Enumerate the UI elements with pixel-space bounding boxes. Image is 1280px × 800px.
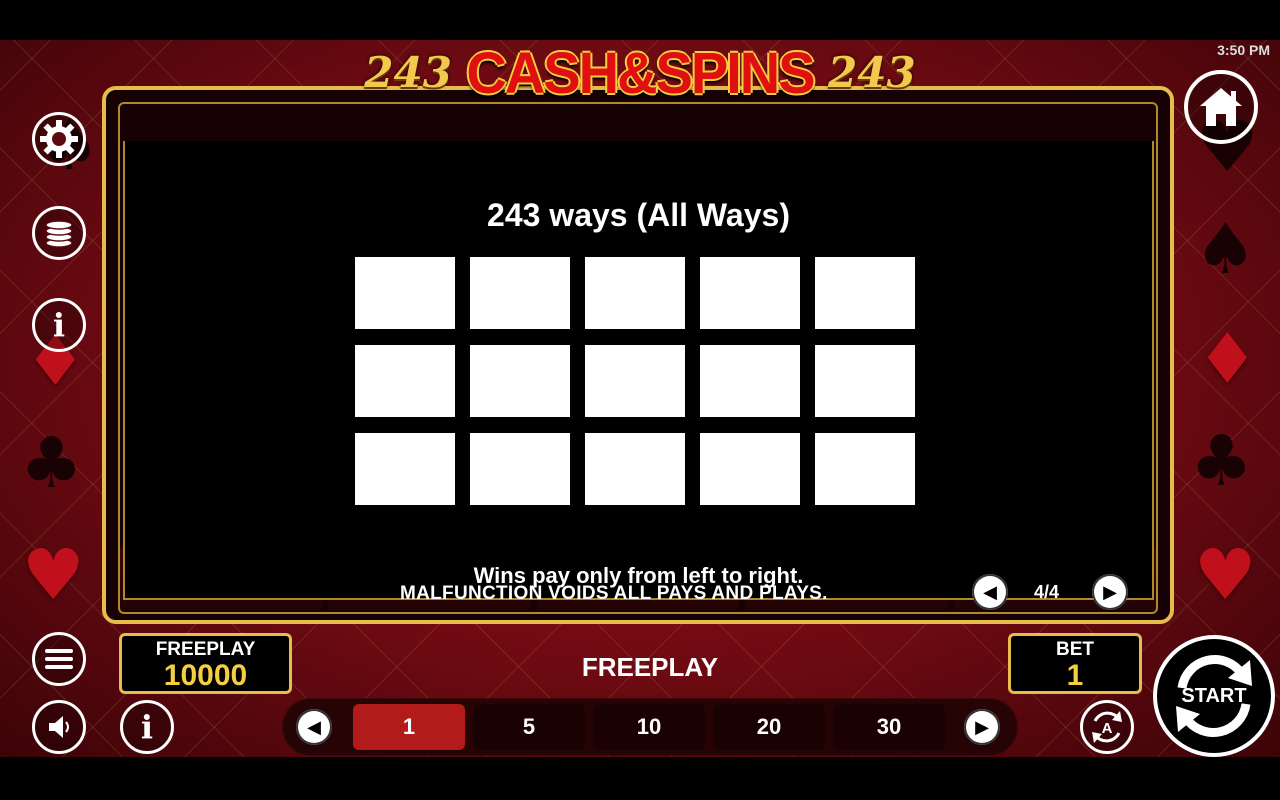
info-bottom-button[interactable]: i (120, 700, 174, 754)
bet-label: BET (1056, 639, 1094, 660)
bet-box: BET 1 (1008, 633, 1142, 694)
balance-label: FREEPLAY (155, 639, 256, 660)
menu-button[interactable] (32, 632, 86, 686)
coins-button[interactable] (32, 206, 86, 260)
grid-cell (585, 345, 685, 417)
ways-grid (355, 257, 915, 505)
gear-icon (40, 120, 78, 158)
page-indicator: 4/4 (1034, 582, 1060, 602)
triangle-right-icon: ▶ (1103, 581, 1117, 602)
grid-cell (470, 345, 570, 417)
info-icon: i (52, 306, 66, 344)
start-label: START (1181, 684, 1247, 707)
info-icon: i (140, 708, 154, 746)
bet-option-label: 1 (402, 714, 416, 739)
bet-option[interactable]: 5 (473, 704, 585, 750)
grid-cell (815, 257, 915, 329)
logo-number-right: 243 (828, 48, 916, 97)
bet-option-label: 10 (636, 714, 662, 739)
next-page-button[interactable]: ▶ (1092, 574, 1128, 610)
bet-option[interactable]: 1 (353, 704, 465, 750)
bet-next-button[interactable]: ▶ (964, 709, 1000, 745)
home-icon (1200, 88, 1242, 126)
info-button[interactable]: i (32, 298, 86, 352)
decor-diamond-icon: ♦ (1196, 318, 1259, 400)
logo-number-left: 243 (364, 48, 452, 97)
grid-cell (470, 257, 570, 329)
bet-option[interactable]: 30 (833, 704, 945, 750)
bet-option-label: 20 (756, 714, 782, 739)
bet-prev-button[interactable]: ◀ (296, 709, 332, 745)
bet-option-label: 30 (876, 714, 902, 739)
menu-icon (45, 649, 73, 669)
svg-text:A: A (1102, 720, 1113, 737)
decor-heart-icon: ♥ (1194, 534, 1257, 616)
logo-title: CASH&SPINS (466, 40, 815, 106)
grid-cell (470, 433, 570, 505)
bet-option[interactable]: 10 (593, 704, 705, 750)
autoplay-icon: A (1092, 711, 1122, 743)
mode-label: FREEPLAY (581, 652, 719, 682)
paytable-panel: 243 ways (All Ways) Wins pay only from l… (123, 141, 1154, 600)
triangle-right-icon: ▶ (975, 716, 989, 737)
malfunction-notice: MALFUNCTION VOIDS ALL PAYS AND PLAYS. (400, 583, 828, 604)
grid-cell (700, 433, 800, 505)
grid-cell (815, 433, 915, 505)
prev-page-button[interactable]: ◀ (972, 574, 1008, 610)
grid-cell (355, 345, 455, 417)
decor-spade-icon: ♠ (1194, 208, 1257, 290)
decor-club-icon: ♣ (1190, 420, 1253, 502)
autoplay-button[interactable]: A (1080, 700, 1134, 754)
grid-cell (355, 433, 455, 505)
bet-value: 1 (1066, 659, 1084, 692)
sound-button[interactable] (32, 700, 86, 754)
bet-selector: ◀ 1 5 10 20 30 ▶ (282, 698, 1018, 756)
speaker-icon (49, 716, 69, 738)
triangle-left-icon: ◀ (983, 581, 997, 602)
start-button[interactable]: START (1153, 635, 1275, 757)
game-logo: 243 CASH&SPINS 243 (0, 40, 1280, 106)
decor-club-icon: ♣ (20, 422, 83, 504)
grid-cell (585, 257, 685, 329)
paytable-title: 243 ways (All Ways) (487, 197, 790, 233)
grid-cell (700, 345, 800, 417)
decor-heart-icon: ♥ (22, 534, 85, 616)
game-area: ♠ ♦ ♣ ♥ ♥ ♠ ♦ ♣ ♥ 3:50 PM 243 CASH&SPINS… (0, 40, 1280, 757)
coin-stack-icon (45, 220, 73, 248)
balance-value: 10000 (163, 659, 248, 692)
triangle-left-icon: ◀ (307, 716, 321, 737)
home-button[interactable] (1184, 70, 1258, 144)
paytable-page-nav: ◀ 4/4 ▶ (972, 572, 1132, 612)
grid-cell (815, 345, 915, 417)
bet-option[interactable]: 20 (713, 704, 825, 750)
settings-button[interactable] (32, 112, 86, 166)
grid-cell (700, 257, 800, 329)
grid-cell (585, 433, 685, 505)
grid-cell (355, 257, 455, 329)
balance-box: FREEPLAY 10000 (119, 633, 292, 694)
bet-option-label: 5 (522, 714, 536, 739)
